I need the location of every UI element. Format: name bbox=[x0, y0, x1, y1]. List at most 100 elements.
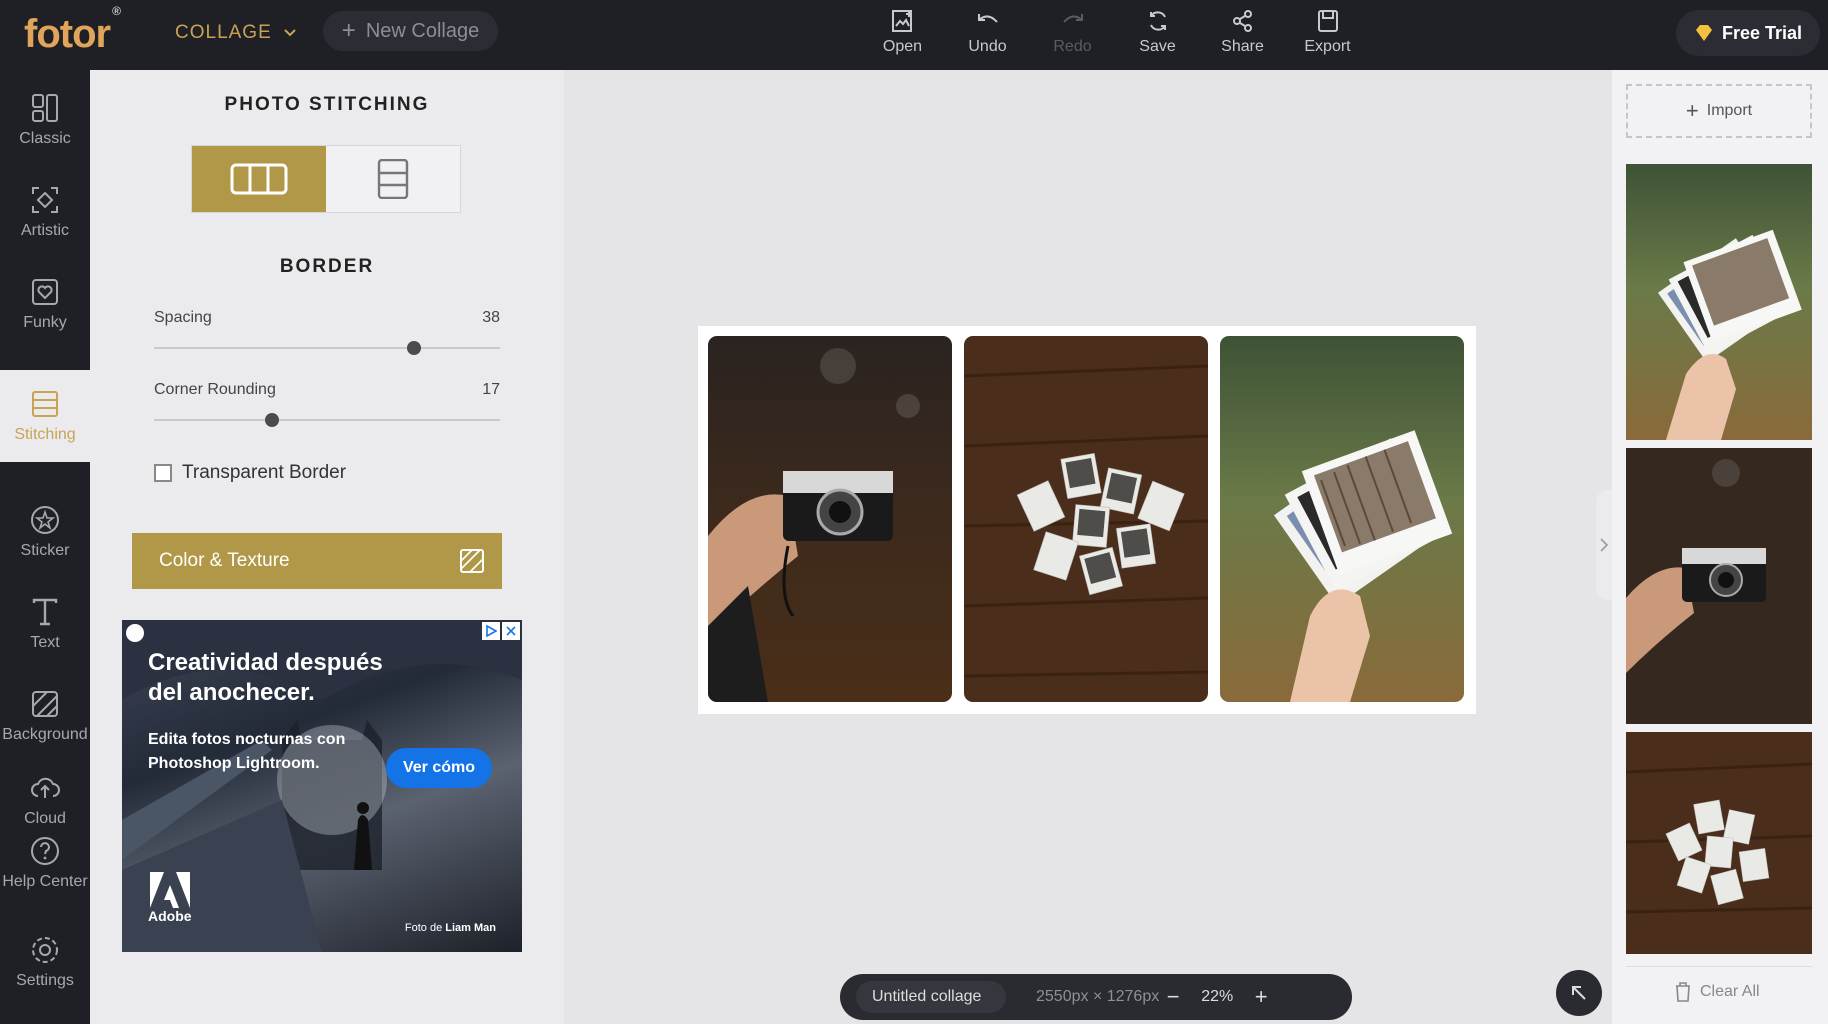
adobe-label: Adobe bbox=[148, 908, 192, 924]
nav-item-funky[interactable]: Funky bbox=[0, 258, 90, 350]
nav-item-cloud[interactable]: Cloud bbox=[0, 760, 90, 840]
nav-label-artistic: Artistic bbox=[21, 222, 69, 239]
nav-item-artistic[interactable]: Artistic bbox=[0, 166, 90, 258]
undo-label: Undo bbox=[968, 38, 1007, 55]
ad-privacy-icon[interactable] bbox=[126, 624, 144, 642]
columns-layout-icon bbox=[230, 163, 288, 195]
ad-close-icon[interactable] bbox=[502, 622, 520, 640]
transparent-border-checkbox[interactable] bbox=[154, 464, 172, 482]
zoom-out-button[interactable]: − bbox=[1159, 983, 1187, 1011]
import-button[interactable]: + Import bbox=[1626, 84, 1812, 138]
right-panel-toggle[interactable] bbox=[1596, 490, 1612, 600]
text-t-icon bbox=[32, 598, 58, 626]
free-trial-label: Free Trial bbox=[1721, 22, 1803, 43]
collage-cell-polaroids-photo[interactable] bbox=[964, 336, 1208, 702]
undo-button[interactable]: Undo bbox=[945, 8, 1030, 56]
spacing-slider[interactable] bbox=[154, 341, 500, 355]
export-icon bbox=[1317, 10, 1338, 32]
new-collage-button[interactable]: + New Collage bbox=[323, 11, 498, 51]
nav-label-stitching: Stitching bbox=[14, 426, 76, 443]
nav-label-cloud: Cloud bbox=[24, 810, 66, 827]
nav-label-funky: Funky bbox=[23, 314, 67, 331]
ad-cta-button[interactable]: Ver cómo bbox=[386, 748, 492, 788]
collapse-arrow-button[interactable] bbox=[1556, 970, 1602, 1016]
ad-headline: Creatividad después del anochecer. bbox=[148, 649, 383, 706]
color-texture-button[interactable]: Color & Texture bbox=[132, 533, 502, 589]
transparent-border-option[interactable]: Transparent Border bbox=[154, 462, 346, 484]
export-button[interactable]: Export bbox=[1285, 8, 1370, 56]
artistic-icon bbox=[32, 187, 58, 213]
share-icon bbox=[1232, 10, 1252, 32]
share-button[interactable]: Share bbox=[1200, 8, 1285, 56]
collage-cell-hand-polaroids-photo[interactable] bbox=[1220, 336, 1464, 702]
ad-choices-icon[interactable] bbox=[482, 622, 500, 640]
collage-mode-label: COLLAGE bbox=[175, 22, 272, 43]
funky-heart-icon bbox=[32, 279, 58, 305]
nav-item-help-center[interactable]: Help Center bbox=[0, 830, 90, 896]
nav-item-settings[interactable]: Settings bbox=[0, 916, 90, 1008]
corner-rounding-label: Corner Rounding bbox=[154, 381, 276, 398]
cloud-upload-icon bbox=[31, 777, 60, 798]
texture-edit-icon bbox=[460, 549, 484, 573]
photo-library-panel: + Import Clear All bbox=[1612, 70, 1828, 1024]
clear-all-label: Clear All bbox=[1700, 983, 1760, 1000]
free-trial-button[interactable]: Free Trial bbox=[1676, 10, 1820, 56]
thumb-hand-polaroids-image bbox=[1626, 164, 1812, 440]
rows-layout-icon bbox=[377, 159, 409, 199]
corner-rounding-value: 17 bbox=[482, 381, 500, 398]
nav-item-sticker[interactable]: Sticker bbox=[0, 486, 90, 578]
corner-rounding-slider[interactable] bbox=[154, 413, 500, 427]
toolbar: Open Undo Redo Save Share Export bbox=[860, 8, 1370, 56]
nav-label-classic: Classic bbox=[19, 130, 71, 147]
clear-all-button[interactable]: Clear All bbox=[1674, 982, 1760, 1002]
sticker-star-icon bbox=[31, 506, 59, 534]
open-button[interactable]: Open bbox=[860, 8, 945, 56]
nav-label-text: Text bbox=[30, 634, 60, 651]
zoom-in-button[interactable]: + bbox=[1247, 983, 1275, 1011]
adobe-logo-icon bbox=[149, 872, 190, 908]
nav-label-help-center: Help Center bbox=[2, 873, 88, 890]
new-collage-label: New Collage bbox=[365, 19, 480, 42]
ad-body: Edita fotos nocturnas con Photoshop Ligh… bbox=[148, 731, 346, 772]
open-label: Open bbox=[882, 38, 923, 55]
ad-choices bbox=[482, 622, 520, 640]
vertical-stitch-option[interactable] bbox=[326, 146, 460, 212]
gear-icon bbox=[32, 937, 58, 963]
document-status-bar: Untitled collage 2550px × 1276px − 22% + bbox=[840, 974, 1352, 1020]
fotor-logo[interactable]: fotor® bbox=[24, 4, 121, 57]
horizontal-stitch-option[interactable] bbox=[192, 146, 326, 212]
plus-icon: + bbox=[341, 17, 356, 44]
nav-item-text[interactable]: Text bbox=[0, 578, 90, 670]
collage-cell-camera-photo[interactable] bbox=[708, 336, 952, 702]
open-image-icon bbox=[891, 10, 912, 32]
ad-credit-name: Liam Man bbox=[445, 922, 496, 934]
library-thumb-camera[interactable] bbox=[1626, 448, 1812, 724]
nav-item-classic[interactable]: Classic bbox=[0, 74, 90, 166]
redo-button[interactable]: Redo bbox=[1030, 8, 1115, 56]
advertisement-banner[interactable]: Creatividad después del anochecer. Edita… bbox=[122, 620, 522, 952]
transparent-border-label: Transparent Border bbox=[182, 462, 347, 483]
save-button[interactable]: Save bbox=[1115, 8, 1200, 56]
corner-rounding-slider-thumb[interactable] bbox=[264, 413, 279, 427]
help-icon bbox=[31, 837, 59, 865]
library-thumb-hand-polaroids[interactable] bbox=[1626, 164, 1812, 440]
panel-divider bbox=[1626, 966, 1812, 967]
border-section-title: BORDER bbox=[279, 256, 375, 277]
library-thumb-polaroids-wood[interactable] bbox=[1626, 732, 1812, 954]
panel-title: PHOTO STITCHING bbox=[224, 94, 430, 115]
document-name-field[interactable]: Untitled collage bbox=[856, 981, 1006, 1013]
nav-item-stitching[interactable]: Stitching bbox=[0, 370, 90, 462]
thumb-polaroids-wood-image bbox=[1626, 732, 1812, 954]
arrow-up-left-icon bbox=[1572, 986, 1586, 1000]
nav-item-background[interactable]: Background bbox=[0, 670, 90, 762]
adobe-logo: Adobe bbox=[148, 872, 192, 924]
collage-mode-dropdown[interactable]: COLLAGE bbox=[175, 22, 298, 44]
stitch-direction-toggle bbox=[191, 145, 461, 213]
redo-icon bbox=[1062, 14, 1083, 23]
spacing-slider-thumb[interactable] bbox=[406, 341, 421, 355]
color-texture-label: Color & Texture bbox=[159, 550, 290, 571]
save-label: Save bbox=[1139, 38, 1176, 55]
hand-polaroids-image bbox=[1220, 336, 1464, 702]
redo-label: Redo bbox=[1053, 38, 1092, 55]
undo-icon bbox=[977, 14, 998, 23]
